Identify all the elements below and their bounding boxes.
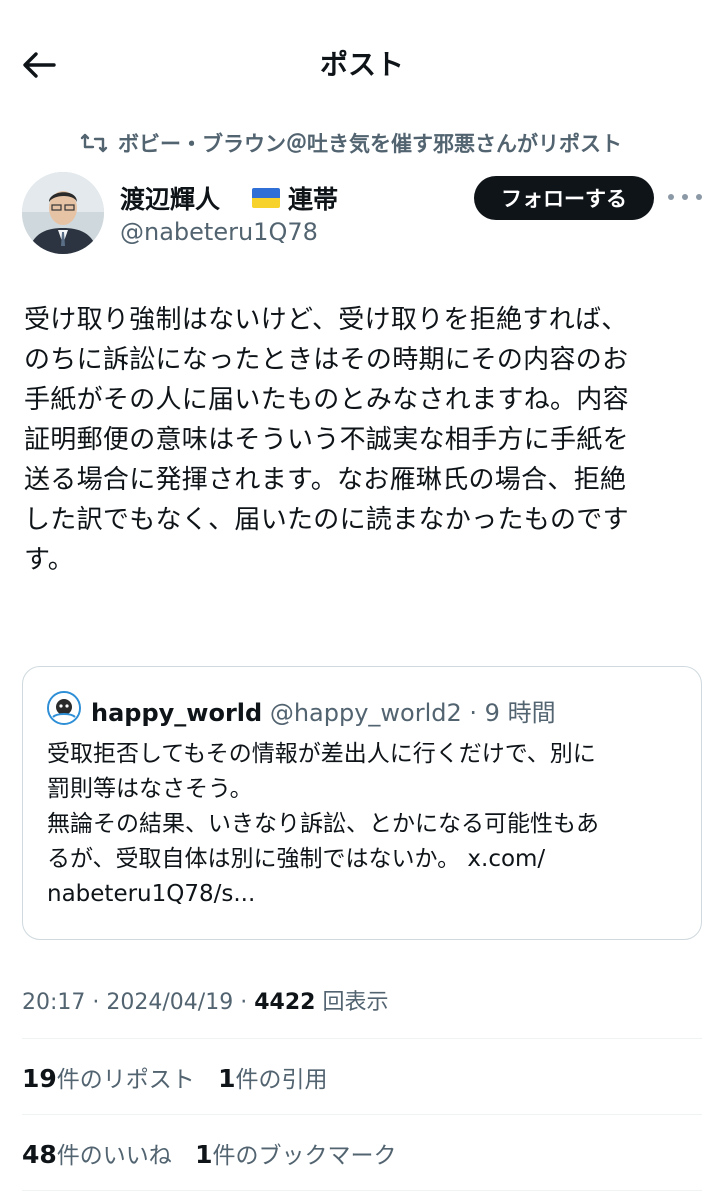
quoted-author-handle[interactable]: @happy_world2 [270, 699, 462, 727]
post-line: 送る場合に発揮されます。なお雁琳氏の場合、拒絶 [24, 465, 627, 495]
bookmarks-label: 件のブックマーク [212, 1143, 397, 1169]
post-line: のちに訴訟になったときはその時期にその内容のお [24, 345, 629, 375]
quoted-line: 無論その結果、いきなり訴訟、とかになる可能性もあ [47, 811, 599, 837]
avatar-image [22, 172, 104, 254]
quotes-stat[interactable]: 1件の引用 [218, 1064, 328, 1093]
quoted-line: nabeteru1Q78/s... [47, 881, 256, 907]
divider [22, 1190, 702, 1191]
quoted-line: るが、受取自体は別に強制ではないか。 x.com/ [47, 846, 546, 872]
repost-stats-row: 19件のリポスト 1件の引用 [22, 1060, 344, 1094]
quotes-count: 1 [218, 1064, 236, 1093]
repost-indicator[interactable]: ボビー・ブラウン＠吐き気を催す邪悪さんがリポスト [80, 128, 622, 158]
divider [22, 1114, 702, 1115]
bookmarks-stat[interactable]: 1件のブックマーク [195, 1140, 397, 1169]
quoted-avatar[interactable] [47, 691, 81, 725]
separator-dot: · [240, 990, 255, 1015]
likes-count: 48 [22, 1140, 57, 1169]
quoted-line: 受取拒否してもその情報が差出人に行くだけで、別に [47, 741, 596, 767]
quoted-text: 受取拒否してもその情報が差出人に行くだけで、別に 罰則等はなさそう。 無論その結… [47, 737, 687, 912]
post-line: 受け取り強制はないけど、受け取りを拒絶すれば、 [24, 305, 628, 335]
author-name[interactable]: 渡辺輝人 連帯 [120, 180, 338, 216]
quotes-label: 件の引用 [235, 1067, 328, 1093]
quoted-avatar-image [49, 693, 79, 723]
quoted-author-name[interactable]: happy_world [91, 699, 262, 727]
page-title: ポスト [319, 48, 404, 81]
view-count-label: 回表示 [322, 990, 389, 1015]
post-line: 証明郵便の意味はそういう不誠実な相手方に手紙を [24, 425, 629, 455]
quoted-time: · 9 時間 [469, 699, 556, 727]
more-options-icon[interactable] [668, 182, 702, 212]
post-date[interactable]: 2024/04/19 [106, 990, 233, 1015]
reposts-label: 件のリポスト [56, 1067, 195, 1093]
post-line: 手紙がその人に届いたものとみなされますね。内容 [24, 385, 629, 415]
avatar[interactable] [22, 172, 104, 254]
reposts-stat[interactable]: 19件のリポスト [22, 1064, 195, 1093]
reposts-count: 19 [22, 1064, 57, 1093]
divider [22, 1038, 702, 1039]
repost-text: ボビー・ブラウン＠吐き気を催す邪悪さんがリポスト [118, 132, 622, 156]
likes-stats-row: 48件のいいね 1件のブックマーク [22, 1136, 413, 1170]
author-handle[interactable]: @nabeteru1Q78 [120, 218, 318, 246]
post-text: 受け取り強制はないけど、受け取りを拒絶すれば、 のちに訴訟になったときはその時期… [24, 300, 706, 580]
separator-dot: · [92, 990, 107, 1015]
post-meta: 20:17 · 2024/04/19 · 4422 回表示 [22, 984, 388, 1016]
author-name-suffix: 連帯 [288, 185, 339, 214]
author-display-name: 渡辺輝人 [120, 185, 221, 214]
repost-icon [80, 133, 108, 153]
quoted-post[interactable]: happy_world @happy_world2 · 9 時間 受取拒否しても… [22, 666, 702, 940]
quoted-line: 罰則等はなさそう。 [47, 776, 253, 802]
post-line: した訳でもなく、届いたのに読まなかったものです [24, 505, 629, 535]
likes-label: 件のいいね [56, 1143, 172, 1169]
quoted-header: happy_world @happy_world2 · 9 時間 [91, 693, 556, 728]
likes-stat[interactable]: 48件のいいね [22, 1140, 172, 1169]
ukraine-flag-icon [252, 188, 281, 208]
author-block: 渡辺輝人 連帯 @nabeteru1Q78 フォローする [22, 172, 712, 262]
view-count: 4422 [254, 990, 316, 1015]
follow-button[interactable]: フォローする [474, 176, 654, 220]
bookmarks-count: 1 [195, 1140, 213, 1169]
top-bar: ポスト [0, 0, 724, 130]
post-time[interactable]: 20:17 [22, 990, 85, 1015]
post-line: す。 [24, 545, 75, 575]
